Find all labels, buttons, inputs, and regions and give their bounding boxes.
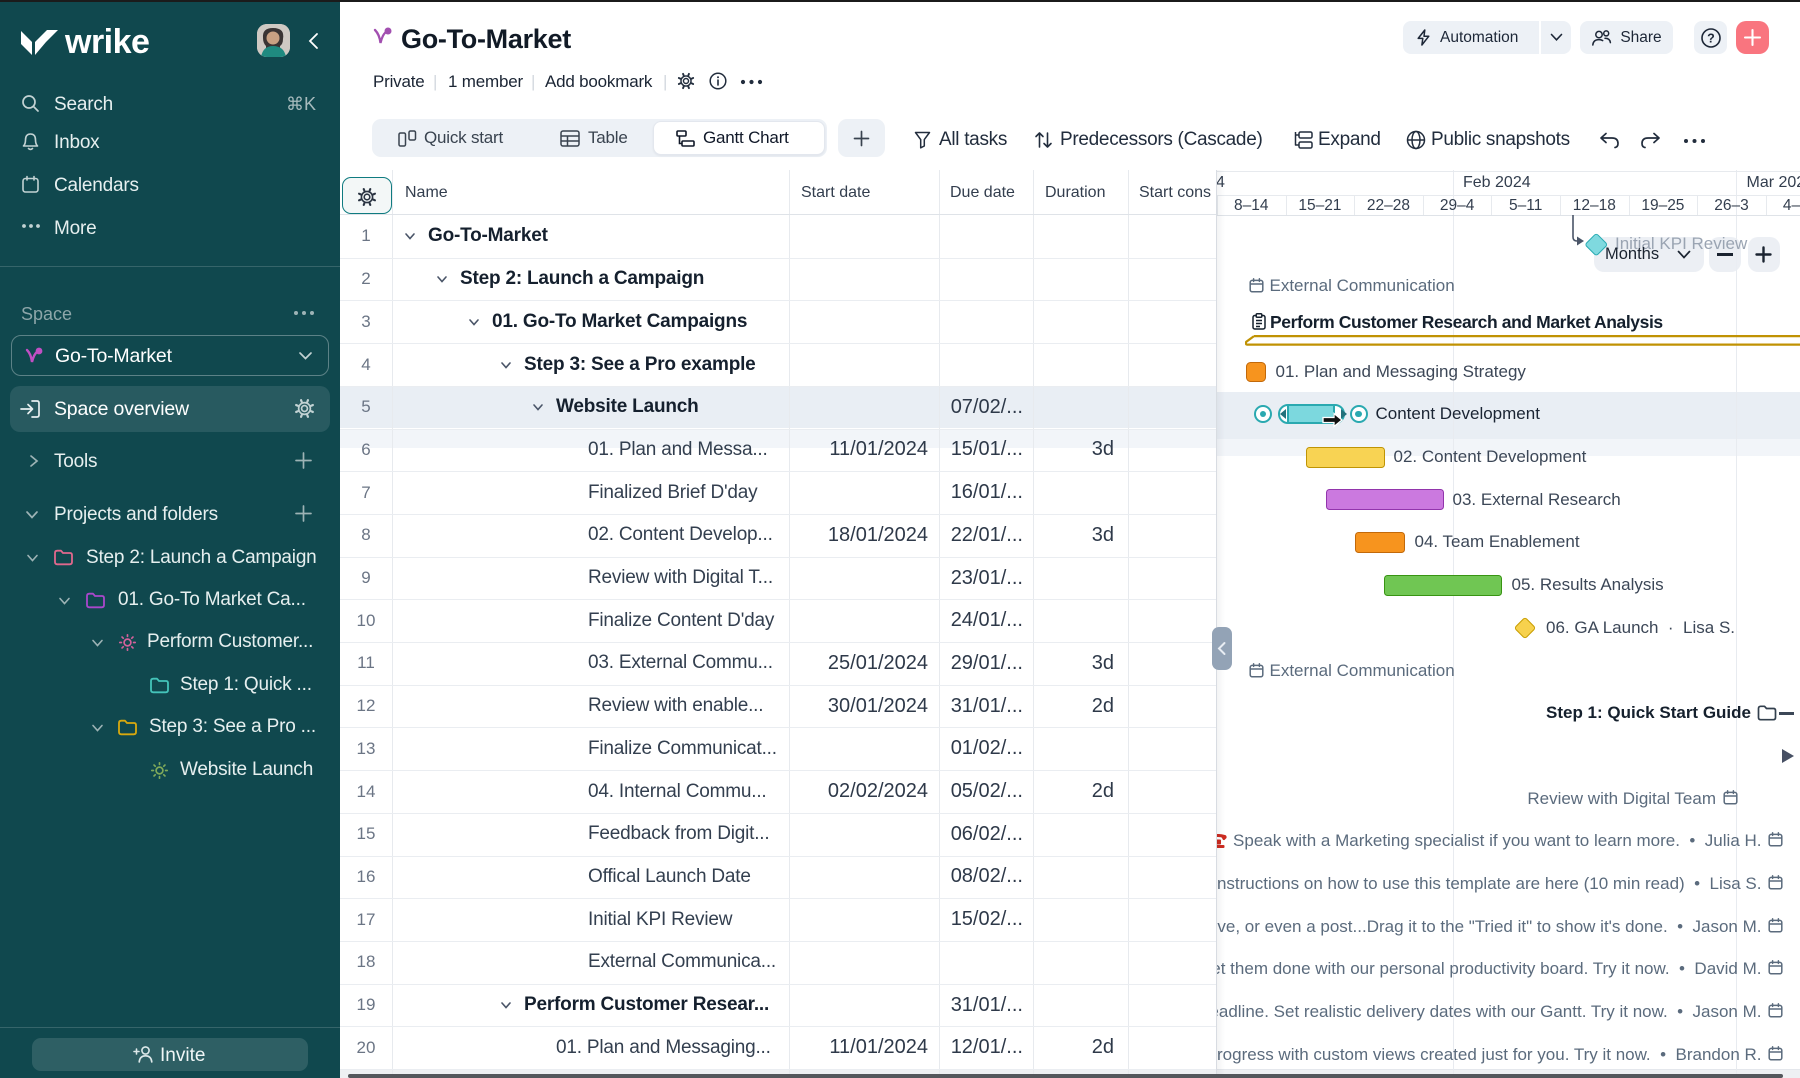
svg-text:?: ? (1707, 31, 1715, 45)
svg-text:wrike: wrike (64, 25, 149, 59)
